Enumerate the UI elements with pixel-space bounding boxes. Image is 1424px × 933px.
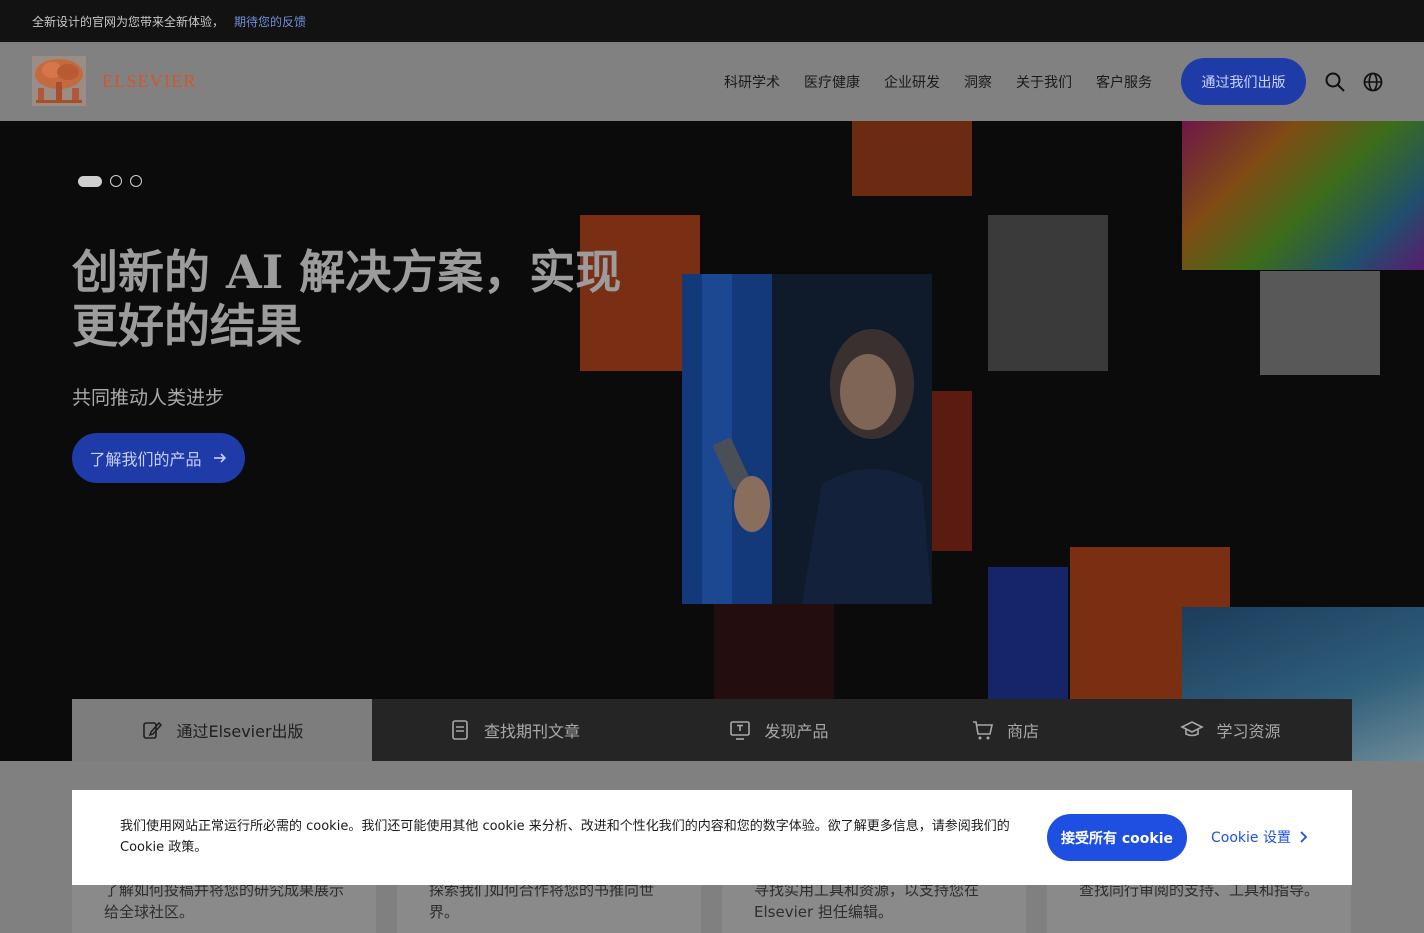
tab-find-articles[interactable]: 查找期刊文章: [372, 699, 656, 761]
nav-item-about[interactable]: 关于我们: [1016, 72, 1072, 92]
cookie-message: 我们使用网站正常运行所必需的 cookie。我们还可能使用其他 cookie 来…: [120, 819, 1010, 855]
main-nav: 科研学术 医疗健康 企业研发 洞察 关于我们 客户服务: [724, 72, 1176, 92]
announcement-text: 全新设计的官网为您带来全新体验，: [32, 14, 225, 29]
elsevier-logo[interactable]: ELSEVIER: [32, 56, 197, 106]
explore-products-label: 了解我们的产品: [89, 450, 202, 469]
info-card-text: 了解如何投稿并将您的研究成果展示给全球社区。: [104, 881, 345, 921]
graduation-cap-icon: [1180, 721, 1205, 737]
hero-section: 创新的 AI 解决方案，实现更好的结果 共同推动人类进步 了解我们的产品: [0, 121, 1424, 761]
tab-publish-label: 通过Elsevier出版: [176, 722, 304, 741]
search-icon[interactable]: [1324, 71, 1346, 93]
cookie-settings-link[interactable]: Cookie 设置: [1211, 827, 1309, 847]
elsevier-tree-icon: [32, 56, 86, 106]
cart-icon: [972, 721, 993, 740]
tab-discover-products-label: 发现产品: [764, 722, 829, 741]
globe-icon[interactable]: [1362, 71, 1384, 93]
publish-with-us-button[interactable]: 通过我们出版: [1181, 58, 1306, 105]
cookie-settings-label: Cookie 设置: [1211, 830, 1291, 846]
arrow-right-icon: [213, 453, 226, 463]
accept-all-cookies-button[interactable]: 接受所有 cookie: [1047, 814, 1187, 861]
nav-item-insights[interactable]: 洞察: [964, 72, 992, 92]
nav-item-support[interactable]: 客户服务: [1096, 72, 1152, 92]
feedback-link[interactable]: 期待您的反馈: [234, 13, 306, 30]
tab-find-articles-label: 查找期刊文章: [483, 722, 580, 741]
edit-document-icon: [143, 721, 163, 739]
hero-tile: [932, 391, 972, 551]
tab-shop-label: 商店: [1006, 722, 1039, 741]
hero-title: 创新的 AI 解决方案，实现更好的结果: [72, 245, 622, 353]
document-icon: [452, 720, 468, 740]
info-card-text: 探索我们如何合作将您的书推向世界。: [429, 881, 655, 921]
carousel-dot-2[interactable]: [110, 175, 122, 187]
carousel-dots: [78, 175, 142, 187]
feature-tabs: 通过Elsevier出版 查找期刊文章 发现产品 商店 学习资源: [72, 699, 1352, 761]
hero-tile: [1182, 121, 1424, 270]
carousel-dot-1[interactable]: [78, 175, 102, 187]
logo-wordmark: ELSEVIER: [102, 70, 197, 91]
hero-tile: [1260, 271, 1380, 375]
announcement-bar: 全新设计的官网为您带来全新体验， 期待您的反馈: [0, 0, 1424, 42]
info-card-text: 寻找实用工具和资源，以支持您在 Elsevier 担任编辑。: [754, 881, 980, 921]
hero-tile: [988, 215, 1108, 371]
nav-item-health[interactable]: 医疗健康: [804, 72, 860, 92]
tab-publish[interactable]: 通过Elsevier出版: [72, 699, 372, 761]
tab-learning-resources[interactable]: 学习资源: [1109, 699, 1352, 761]
hero-tile: [852, 121, 972, 196]
nav-item-corporate[interactable]: 企业研发: [884, 72, 940, 92]
site-header: ELSEVIER 科研学术 医疗健康 企业研发 洞察 关于我们 客户服务 通过我…: [0, 42, 1424, 121]
cookie-banner: 我们使用网站正常运行所必需的 cookie。我们还可能使用其他 cookie 来…: [72, 790, 1352, 885]
explore-products-button[interactable]: 了解我们的产品: [72, 433, 245, 483]
chevron-right-icon: [1300, 831, 1308, 843]
monitor-icon: [730, 721, 751, 740]
tab-discover-products[interactable]: 发现产品: [656, 699, 901, 761]
tab-shop[interactable]: 商店: [901, 699, 1109, 761]
carousel-dot-3[interactable]: [130, 175, 142, 187]
nav-item-research[interactable]: 科研学术: [724, 72, 780, 92]
tab-learning-resources-label: 学习资源: [1216, 722, 1281, 741]
hero-photo: [682, 274, 932, 604]
hero-subtitle: 共同推动人类进步: [72, 387, 225, 409]
